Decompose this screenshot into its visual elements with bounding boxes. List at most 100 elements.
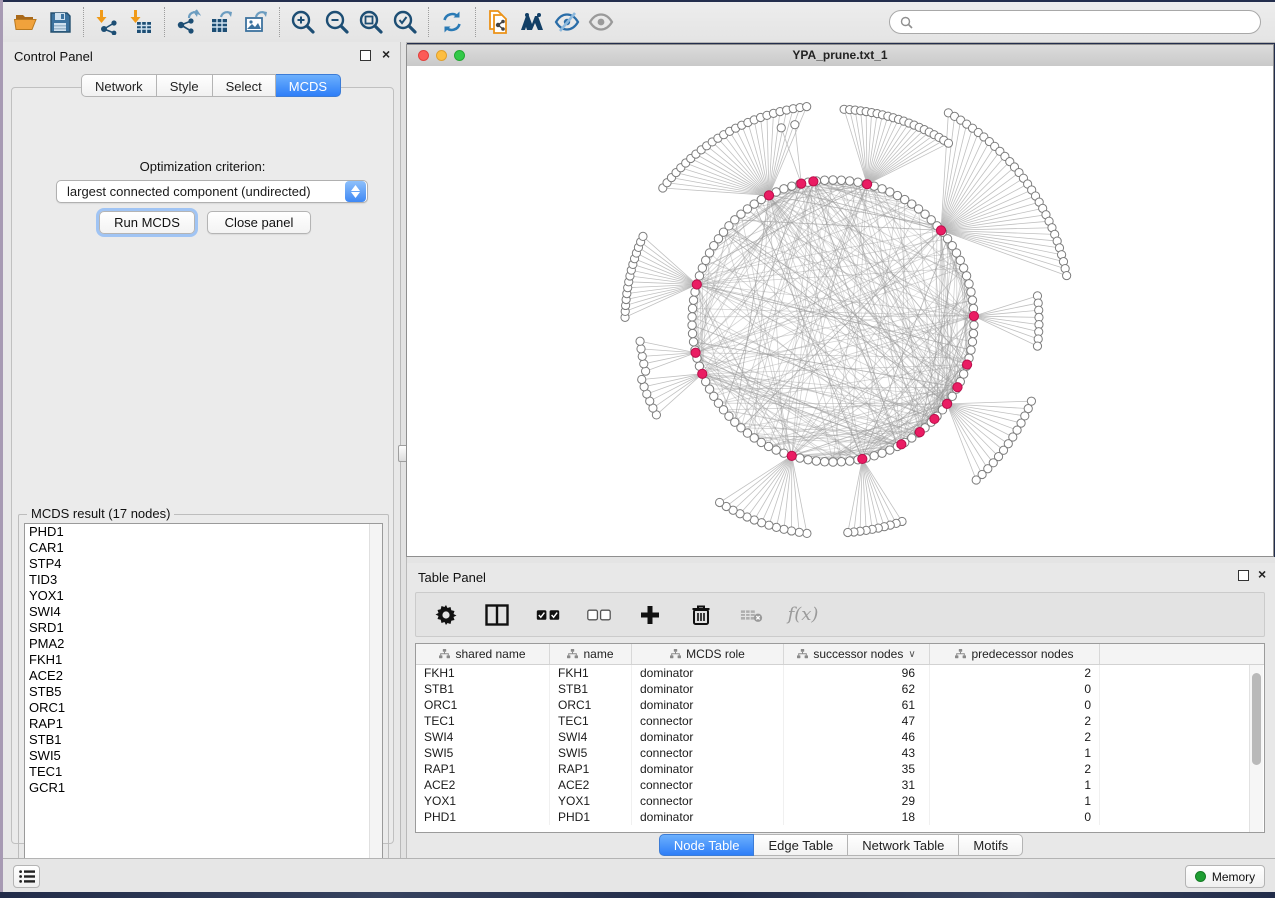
status-bar: Memory <box>3 858 1275 892</box>
cell-mcds_role: connector <box>632 745 784 761</box>
search-input[interactable] <box>913 14 1250 30</box>
mcds-result-item[interactable]: SWI4 <box>25 604 382 620</box>
split-view-icon[interactable] <box>485 603 509 627</box>
mcds-result-item[interactable]: STP4 <box>25 556 382 572</box>
import-network-icon[interactable] <box>90 7 124 37</box>
add-column-icon[interactable] <box>638 603 662 627</box>
close-table-panel-icon[interactable]: × <box>1258 567 1266 581</box>
mcds-result-item[interactable]: RAP1 <box>25 716 382 732</box>
export-network-icon[interactable] <box>171 7 205 37</box>
table-toolbar: f(x) <box>415 592 1265 637</box>
float-table-panel-icon[interactable] <box>1238 570 1249 581</box>
column-header-name[interactable]: name <box>550 644 632 664</box>
run-mcds-button[interactable]: Run MCDS <box>99 211 195 234</box>
table-row[interactable]: RAP1RAP1dominator352 <box>416 761 1264 777</box>
cell-name: TEC1 <box>550 713 632 729</box>
mcds-result-item[interactable]: FKH1 <box>25 652 382 668</box>
mcds-result-item[interactable]: TID3 <box>25 572 382 588</box>
tab-motifs[interactable]: Motifs <box>959 834 1023 856</box>
function-builder-icon[interactable]: f(x) <box>791 603 815 627</box>
table-row[interactable]: ORC1ORC1dominator610 <box>416 697 1264 713</box>
table-row[interactable]: PHD1PHD1dominator180 <box>416 809 1264 825</box>
open-file-icon[interactable] <box>9 7 43 37</box>
tab-network-table[interactable]: Network Table <box>848 834 959 856</box>
mcds-result-item[interactable]: GCR1 <box>25 780 382 796</box>
gear-icon[interactable] <box>434 603 458 627</box>
deselect-all-icon[interactable] <box>587 603 611 627</box>
close-panel-button[interactable]: Close panel <box>207 211 311 234</box>
tab-node-table[interactable]: Node Table <box>659 834 755 856</box>
table-row[interactable]: STB1STB1dominator620 <box>416 681 1264 697</box>
cell-shared_name: ORC1 <box>416 697 550 713</box>
mcds-result-item[interactable]: SWI5 <box>25 748 382 764</box>
zoom-selected-icon[interactable] <box>388 7 422 37</box>
mcds-result-item[interactable]: YOX1 <box>25 588 382 604</box>
network-window-titlebar[interactable]: YPA_prune.txt_1 <box>407 45 1273 67</box>
tab-select[interactable]: Select <box>213 74 276 97</box>
table-row[interactable]: SWI5SWI5connector431 <box>416 745 1264 761</box>
export-table-icon[interactable] <box>205 7 239 37</box>
cell-successor_nodes: 31 <box>784 777 930 793</box>
delete-table-icon[interactable] <box>740 603 764 627</box>
mcds-result-item[interactable]: STB5 <box>25 684 382 700</box>
node-table-body: FKH1FKH1dominator962STB1STB1dominator620… <box>416 665 1264 825</box>
mcds-result-item[interactable]: CAR1 <box>25 540 382 556</box>
zoom-in-icon[interactable] <box>286 7 320 37</box>
mcds-result-list[interactable]: PHD1CAR1STP4TID3YOX1SWI4SRD1PMA2FKH1ACE2… <box>24 523 383 875</box>
refresh-icon[interactable] <box>435 7 469 37</box>
cell-successor_nodes: 35 <box>784 761 930 777</box>
network-canvas[interactable] <box>407 66 1273 556</box>
memory-status-icon <box>1195 871 1206 882</box>
delete-column-icon[interactable] <box>689 603 713 627</box>
tab-network[interactable]: Network <box>81 74 157 97</box>
select-all-icon[interactable] <box>536 603 560 627</box>
desktop-wallpaper <box>0 892 1275 898</box>
mcds-result-item[interactable]: STB1 <box>25 732 382 748</box>
zoom-out-icon[interactable] <box>320 7 354 37</box>
mcds-result-item[interactable]: SRD1 <box>25 620 382 636</box>
table-row[interactable]: TEC1TEC1connector472 <box>416 713 1264 729</box>
column-header-successor-nodes[interactable]: successor nodes∨ <box>784 644 930 664</box>
zoom-fit-icon[interactable] <box>354 7 388 37</box>
table-row[interactable]: FKH1FKH1dominator962 <box>416 665 1264 681</box>
toolbar-group-refresh <box>429 7 476 37</box>
mcds-result-item[interactable]: ACE2 <box>25 668 382 684</box>
optimization-criterion-select[interactable]: largest connected component (undirected) <box>56 180 368 203</box>
cell-name: PHD1 <box>550 809 632 825</box>
first-neighbors-icon[interactable] <box>516 7 550 37</box>
close-panel-icon[interactable]: × <box>382 47 390 61</box>
table-scrollbar-thumb[interactable] <box>1252 673 1261 765</box>
memory-button[interactable]: Memory <box>1185 865 1265 888</box>
cell-name: RAP1 <box>550 761 632 777</box>
tab-style[interactable]: Style <box>157 74 213 97</box>
table-scrollbar[interactable] <box>1249 665 1263 832</box>
search-field[interactable] <box>889 10 1261 34</box>
column-header-MCDS-role[interactable]: MCDS role <box>632 644 784 664</box>
share-document-icon[interactable] <box>482 7 516 37</box>
cell-predecessor_nodes: 0 <box>930 681 1100 697</box>
column-header-shared-name[interactable]: shared name <box>416 644 550 664</box>
show-all-icon[interactable] <box>584 7 618 37</box>
table-row[interactable]: SWI4SWI4dominator462 <box>416 729 1264 745</box>
save-session-icon[interactable] <box>43 7 77 37</box>
column-header-predecessor-nodes[interactable]: predecessor nodes <box>930 644 1100 664</box>
tab-mcds[interactable]: MCDS <box>276 74 341 97</box>
cell-predecessor_nodes: 0 <box>930 697 1100 713</box>
mcds-result-item[interactable]: TEC1 <box>25 764 382 780</box>
export-image-icon[interactable] <box>239 7 273 37</box>
toolbar-group-view <box>476 7 624 37</box>
hide-selected-icon[interactable] <box>550 7 584 37</box>
mcds-result-item[interactable]: PMA2 <box>25 636 382 652</box>
mcds-result-item[interactable]: PHD1 <box>25 524 382 540</box>
float-window-icon[interactable] <box>360 50 371 61</box>
table-row[interactable]: YOX1YOX1connector291 <box>416 793 1264 809</box>
optimization-criterion-label: Optimization criterion: <box>12 159 393 174</box>
import-table-icon[interactable] <box>124 7 158 37</box>
mcds-result-item[interactable]: ORC1 <box>25 700 382 716</box>
table-panel-title: Table Panel <box>418 570 486 585</box>
table-row[interactable]: ACE2ACE2connector311 <box>416 777 1264 793</box>
tab-edge-table[interactable]: Edge Table <box>754 834 848 856</box>
mcds-list-scrollbar[interactable] <box>369 524 382 874</box>
task-history-button[interactable] <box>13 865 40 888</box>
cell-successor_nodes: 61 <box>784 697 930 713</box>
